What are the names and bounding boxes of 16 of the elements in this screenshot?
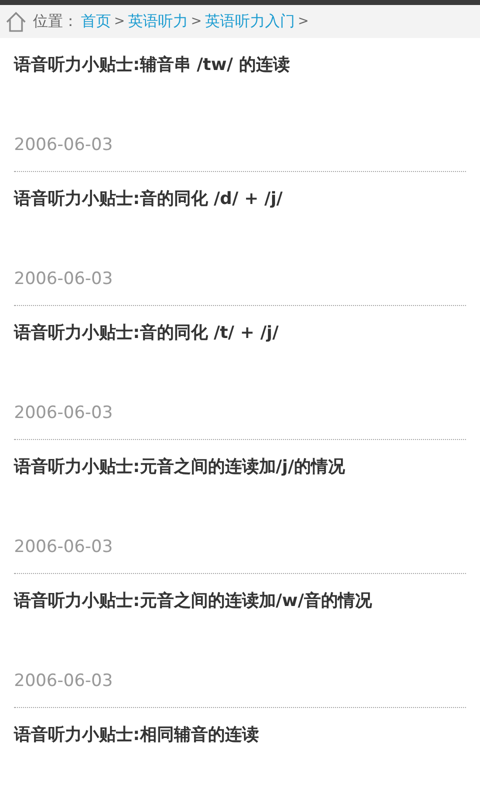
separator: > xyxy=(114,14,125,29)
article-date: 2006-06-03 xyxy=(14,537,113,557)
location-label: 位置： xyxy=(33,12,78,31)
home-icon[interactable] xyxy=(5,10,27,32)
article-date: 2006-06-03 xyxy=(14,135,113,155)
article-title[interactable]: 语音听力小贴士:相同辅音的连读 xyxy=(14,725,259,745)
article-title[interactable]: 语音听力小贴士:辅音串 /tw/ 的连读 xyxy=(14,55,290,75)
article-date: 2006-06-03 xyxy=(14,671,113,691)
separator: > xyxy=(298,14,309,29)
article-date: 2006-06-03 xyxy=(14,403,113,423)
article-title[interactable]: 语音听力小贴士:元音之间的连读加/j/的情况 xyxy=(14,457,346,477)
article-title[interactable]: 语音听力小贴士:音的同化 /t/ + /j/ xyxy=(14,323,279,343)
article-title[interactable]: 语音听力小贴士:音的同化 /d/ + /j/ xyxy=(14,189,283,209)
article-title[interactable]: 语音听力小贴士:元音之间的连读加/w/音的情况 xyxy=(14,591,372,611)
article-date: 2006-06-03 xyxy=(14,269,113,289)
separator: > xyxy=(190,14,202,29)
